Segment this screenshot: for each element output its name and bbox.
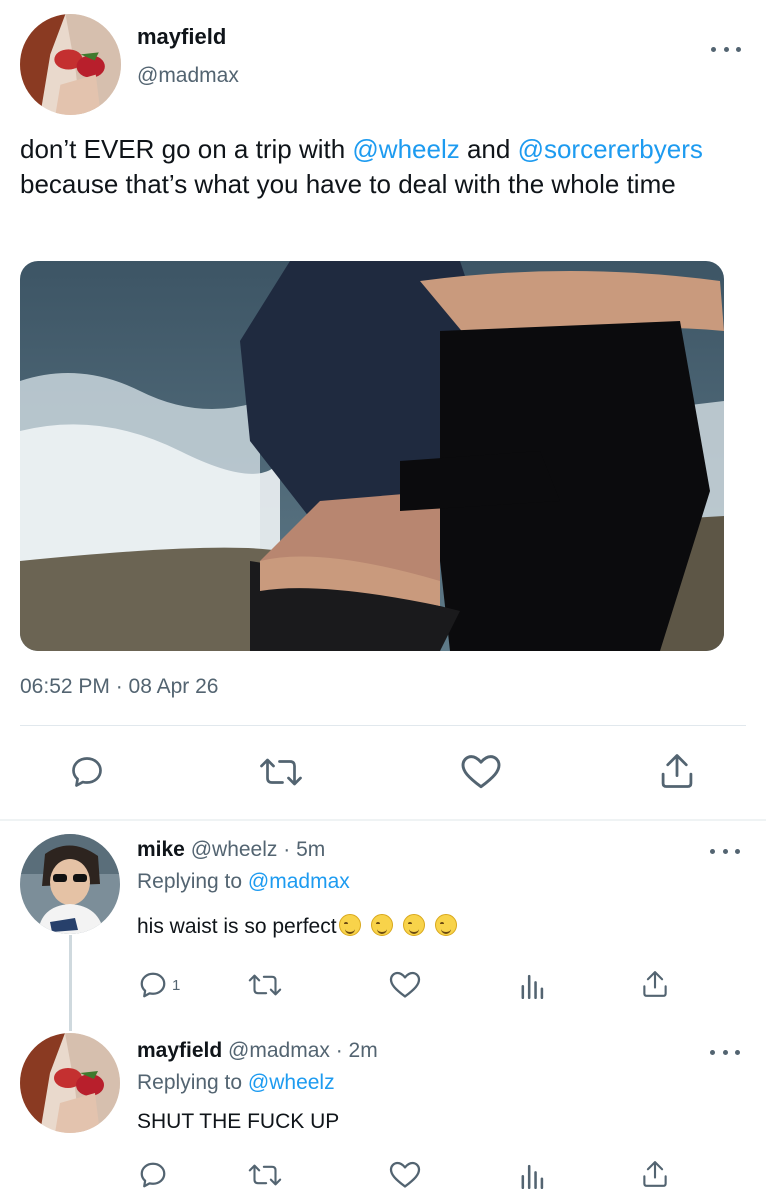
tweet-photo[interactable]: [20, 261, 724, 651]
like-button[interactable]: [389, 1161, 421, 1189]
relieved-face-emoji: [434, 914, 457, 936]
photo-image: [20, 261, 724, 651]
replying-to: Replying to @wheelz: [137, 1071, 335, 1095]
reply-author-name[interactable]: mike: [137, 838, 185, 861]
reply-header: mike @wheelz · 5m: [137, 838, 325, 862]
like-icon: [389, 971, 421, 998]
share-button[interactable]: [642, 969, 668, 999]
relieved-face-emoji: [370, 914, 393, 936]
relieved-face-emoji: [402, 914, 425, 936]
reply-author-handle[interactable]: @madmax: [228, 1039, 330, 1062]
more-options-icon[interactable]: [710, 845, 740, 857]
retweet-icon: [260, 758, 302, 786]
like-button[interactable]: [389, 971, 421, 999]
reply-author-handle[interactable]: @wheelz: [191, 838, 278, 861]
section-divider: [0, 819, 766, 821]
avatar-image: [20, 1033, 120, 1133]
reply-button[interactable]: 1: [138, 970, 180, 1000]
reply-icon: [140, 1162, 166, 1188]
analytics-button[interactable]: [520, 1161, 546, 1189]
like-icon: [389, 1161, 421, 1188]
reply-time[interactable]: · 5m: [283, 838, 325, 861]
reply-icon: [72, 757, 102, 787]
share-button[interactable]: [642, 1159, 668, 1189]
tweet-text: don’t EVER go on a trip with @wheelz and…: [20, 132, 755, 202]
tweet-text-part: don’t EVER go on a trip with: [20, 134, 353, 164]
reply-header: mayfield @madmax · 2m: [137, 1039, 378, 1063]
retweet-button[interactable]: [247, 1161, 283, 1189]
reply-author-name[interactable]: mayfield: [137, 1039, 222, 1062]
like-icon: [461, 755, 501, 789]
divider: [20, 725, 746, 726]
reply-text: his waist is so perfect: [137, 914, 457, 939]
tweet-text-part: and: [459, 134, 518, 164]
mention-link[interactable]: @wheelz: [352, 134, 459, 164]
retweet-button[interactable]: [247, 971, 283, 999]
author-handle[interactable]: @madmax: [137, 64, 239, 88]
tweet-timestamp[interactable]: 06:52 PM · 08 Apr 26: [20, 675, 218, 699]
retweet-icon: [248, 974, 282, 996]
analytics-icon: [521, 1164, 544, 1189]
mention-link[interactable]: @madmax: [248, 870, 350, 893]
main-tweet: mayfield @madmax don’t EVER go on a trip…: [0, 0, 766, 820]
share-icon: [643, 971, 667, 997]
reply-text: SHUT THE FUCK UP: [137, 1110, 340, 1133]
share-button[interactable]: [660, 752, 694, 790]
share-icon: [661, 754, 693, 788]
more-options-icon[interactable]: [710, 1046, 740, 1058]
avatar[interactable]: [20, 834, 120, 934]
replying-to-label: Replying to: [137, 1071, 248, 1094]
retweet-button[interactable]: [258, 754, 304, 790]
reply-icon: [140, 972, 166, 998]
like-button[interactable]: [461, 754, 501, 790]
reply-text-content: his waist is so perfect: [137, 915, 337, 938]
avatar-image: [20, 834, 120, 934]
analytics-button[interactable]: [520, 971, 546, 999]
avatar[interactable]: [20, 1033, 120, 1133]
reply-time[interactable]: · 2m: [336, 1039, 378, 1062]
replying-to: Replying to @madmax: [137, 870, 350, 894]
avatar-image: [20, 14, 121, 115]
reply-button[interactable]: [138, 1160, 168, 1190]
relieved-face-emoji: [338, 914, 361, 936]
replying-to-label: Replying to: [137, 870, 248, 893]
author-name[interactable]: mayfield: [137, 24, 226, 50]
analytics-icon: [521, 974, 544, 999]
reply-count: 1: [172, 976, 181, 994]
share-icon: [643, 1161, 667, 1187]
retweet-icon: [248, 1164, 282, 1186]
tweet-text-part: because that’s what you have to deal wit…: [20, 169, 676, 199]
more-options-icon[interactable]: [711, 43, 741, 55]
mention-link[interactable]: @sorcererbyers: [518, 134, 703, 164]
avatar[interactable]: [20, 14, 121, 115]
mention-link[interactable]: @wheelz: [248, 1071, 335, 1094]
thread-connector: [69, 935, 72, 1031]
reply-button[interactable]: [68, 754, 106, 790]
